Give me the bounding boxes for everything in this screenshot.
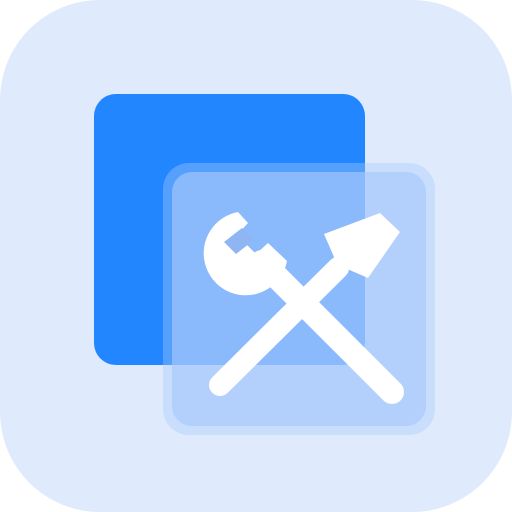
tools-app-icon-graphic bbox=[0, 0, 512, 512]
tools-app-icon[interactable] bbox=[0, 0, 512, 512]
